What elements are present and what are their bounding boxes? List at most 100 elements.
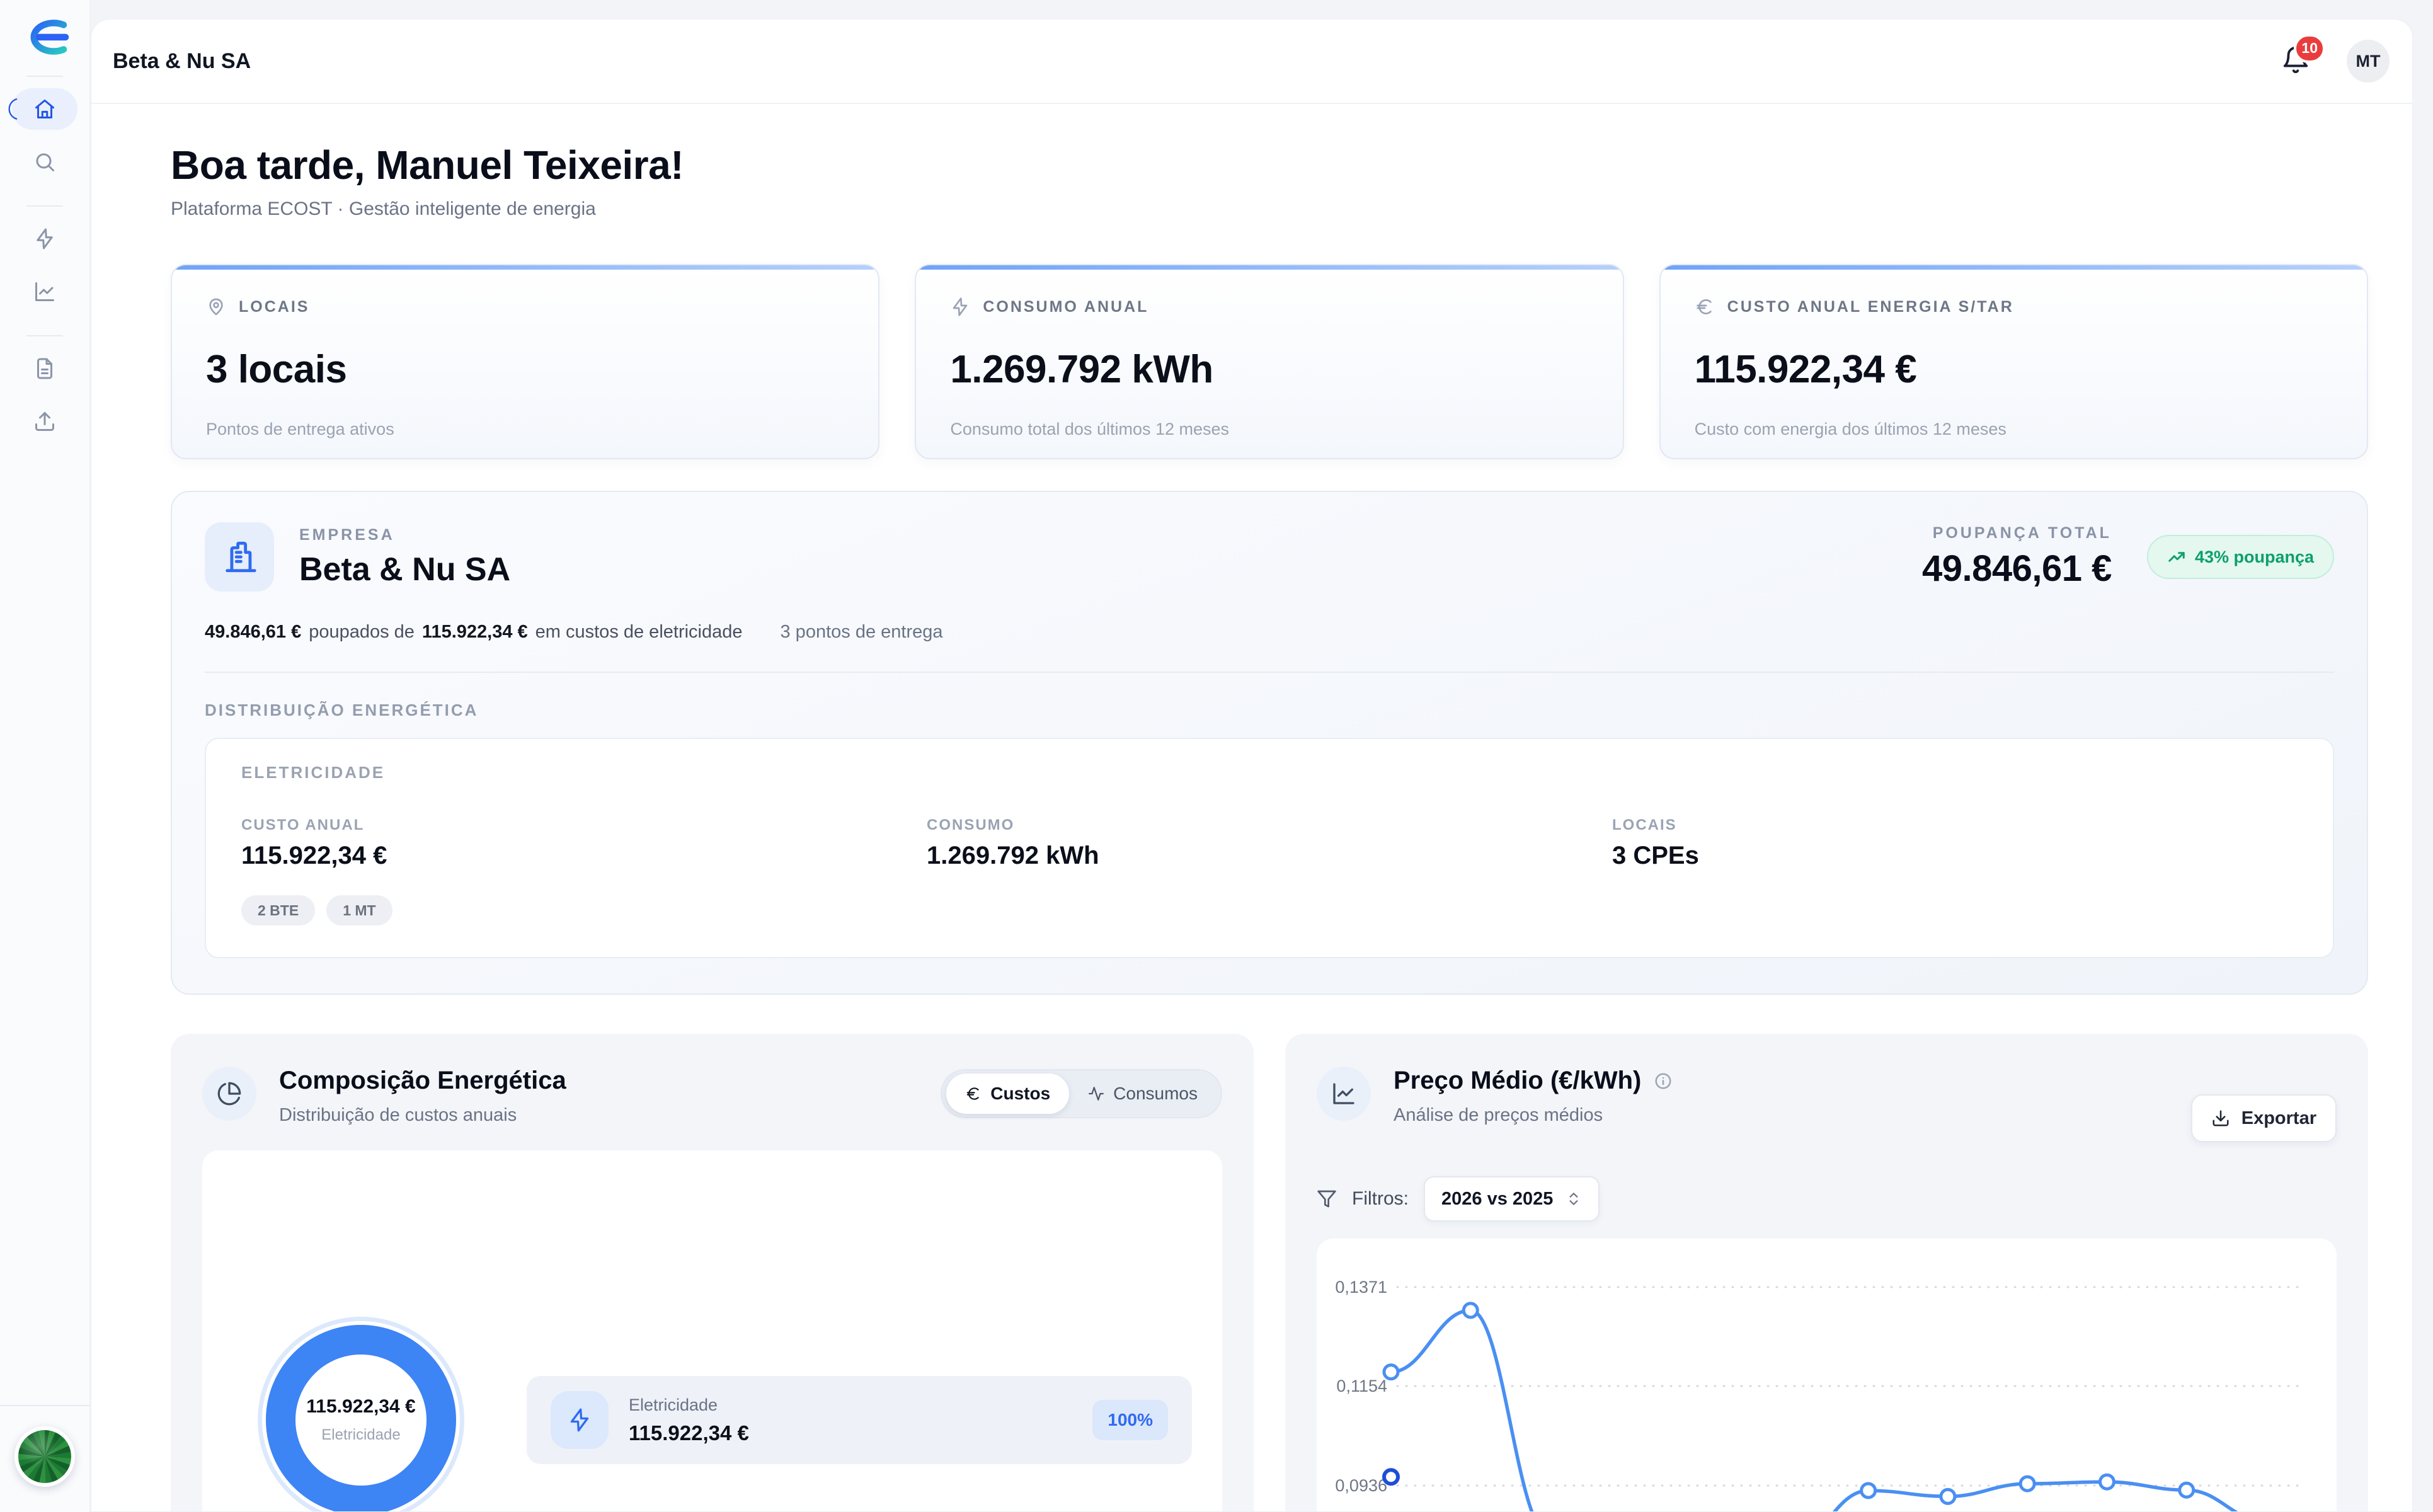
savings-label: POUPANÇA TOTAL [1933, 524, 2112, 542]
price-chart-area: 0,1371 0,1154 0,0936 [1317, 1239, 2337, 1512]
period-select-value: 2026 vs 2025 [1441, 1189, 1553, 1210]
savings-value: 49.846,61 € [1922, 547, 2112, 590]
delivery-points: 3 pontos de entrega [781, 622, 943, 643]
map-pin-icon [206, 297, 226, 317]
tag-mt: 1 MT [326, 895, 392, 925]
sidebar-item-energy[interactable] [12, 218, 77, 260]
col-label: CUSTO ANUAL [241, 816, 927, 834]
composition-chart-area: 115.922,34 € Eletricidade Eletricidade 1… [202, 1150, 1222, 1512]
home-icon [33, 98, 56, 120]
col-value: 115.922,34 € [241, 842, 927, 870]
ecost-logo-icon [14, 16, 75, 58]
topbar: Beta & Nu SA 10 MT [91, 20, 2412, 104]
legend-item-electricity: Eletricidade 115.922,34 € 100% [527, 1376, 1192, 1464]
download-icon [2211, 1109, 2230, 1128]
active-indicator-arc [3, 98, 26, 120]
main-panel: Beta & Nu SA 10 MT Boa tarde, Manuel Tei… [91, 19, 2413, 1512]
notification-badge: 10 [2294, 34, 2325, 63]
price-card: Preço Médio (€/kWh) Análise de preços mé… [1285, 1034, 2368, 1512]
cost-consumption-toggle: Custos Consumos [941, 1069, 1222, 1118]
pie-chart-icon-circle [202, 1067, 256, 1121]
charts-row: Composição Energética Distribuição de cu… [171, 1034, 2368, 1512]
summary-total: 115.922,34 € [422, 622, 528, 643]
toggle-consumption[interactable]: Consumos [1069, 1074, 1216, 1114]
line-chart-icon [1331, 1081, 1356, 1106]
legend-value: 115.922,34 € [629, 1421, 749, 1445]
summary-saved: 49.846,61 € [205, 622, 301, 643]
stat-label: LOCAIS [239, 298, 309, 316]
stat-value: 115.922,34 € [1695, 347, 2333, 392]
search-icon [33, 151, 56, 173]
company-name: Beta & Nu SA [299, 551, 510, 588]
toggle-costs[interactable]: Custos [946, 1074, 1069, 1114]
svg-text:0,0936: 0,0936 [1335, 1476, 1387, 1495]
stat-card-locais: LOCAIS 3 locais Pontos de entrega ativos [171, 264, 879, 459]
line-chart-icon-circle [1317, 1067, 1371, 1121]
period-select[interactable]: 2026 vs 2025 [1424, 1176, 1600, 1222]
percent-badge: 100% [1092, 1400, 1168, 1440]
stat-caption: Pontos de entrega ativos [206, 420, 844, 439]
svg-text:0,1371: 0,1371 [1335, 1278, 1387, 1297]
tag-bte: 2 BTE [241, 895, 315, 925]
price-title: Preço Médio (€/kWh) [1394, 1067, 1641, 1095]
savings-badge: 43% poupança [2147, 535, 2334, 579]
activity-icon [1088, 1085, 1104, 1102]
filters-row: Filtros: 2026 vs 2025 [1317, 1176, 1600, 1222]
stat-card-consumo: CONSUMO ANUAL 1.269.792 kWh Consumo tota… [915, 264, 1623, 459]
summary-joiner: poupados de [309, 622, 415, 643]
zap-icon [950, 297, 970, 317]
donut-center-value: 115.922,34 € [306, 1396, 416, 1418]
building-icon [221, 539, 258, 575]
chevrons-up-down-icon [1566, 1191, 1582, 1207]
svg-text:0,1154: 0,1154 [1336, 1377, 1387, 1395]
euro-icon [965, 1085, 982, 1102]
stat-caption: Consumo total dos últimos 12 meses [950, 420, 1588, 439]
divider [205, 672, 2334, 673]
stat-label: CUSTO ANUAL ENERGIA S/TAR [1727, 298, 2014, 316]
distribution-section-label: DISTRIBUIÇÃO ENERGÉTICA [205, 701, 2334, 720]
donut-chart: 115.922,34 € Eletricidade [266, 1325, 456, 1512]
notifications-button[interactable]: 10 [2281, 45, 2310, 77]
zap-icon [567, 1407, 592, 1433]
sidebar-item-home[interactable] [12, 88, 77, 130]
company-icon-tile [205, 522, 274, 592]
company-label: EMPRESA [299, 526, 510, 544]
sidebar-item-analytics[interactable] [12, 271, 77, 312]
distribution-col-consumo: CONSUMO 1.269.792 kWh [927, 816, 1612, 925]
euro-icon [1695, 297, 1715, 317]
col-label: CONSUMO [927, 816, 1612, 834]
distribution-col-custo: CUSTO ANUAL 115.922,34 € 2 BTE 1 MT [241, 816, 927, 925]
plant-avatar[interactable] [14, 1426, 75, 1487]
legend-name: Eletricidade [629, 1395, 749, 1415]
col-value: 3 CPEs [1612, 842, 2298, 870]
toggle-costs-label: Custos [990, 1084, 1050, 1104]
sidebar-item-search[interactable] [12, 141, 77, 183]
stat-value: 3 locais [206, 347, 844, 392]
export-button[interactable]: Exportar [2191, 1094, 2337, 1142]
info-icon[interactable] [1654, 1072, 1673, 1091]
donut-center-label: Eletricidade [321, 1426, 400, 1444]
app-logo[interactable] [0, 0, 89, 58]
pie-chart-icon [217, 1081, 242, 1106]
user-avatar[interactable]: MT [2347, 40, 2390, 83]
col-label: LOCAIS [1612, 816, 2298, 834]
price-subtitle: Análise de preços médios [1394, 1105, 1673, 1126]
filter-icon [1317, 1189, 1337, 1209]
sidebar-item-documents[interactable] [12, 348, 77, 389]
page-subtitle: Plataforma ECOST · Gestão inteligente de… [171, 198, 2368, 220]
distribution-box: ELETRICIDADE CUSTO ANUAL 115.922,34 € 2 … [205, 738, 2334, 958]
dashboard-content: Boa tarde, Manuel Teixeira! Plataforma E… [91, 142, 2412, 1512]
export-label: Exportar [2241, 1108, 2316, 1129]
stat-card-custo: CUSTO ANUAL ENERGIA S/TAR 115.922,34 € C… [1659, 264, 2368, 459]
toggle-consumption-label: Consumos [1113, 1084, 1198, 1104]
savings-summary: 49.846,61 € poupados de 115.922,34 € em … [205, 622, 2334, 643]
sidebar-item-upload[interactable] [12, 401, 77, 442]
summary-tail: em custos de eletricidade [535, 622, 743, 643]
page-title: Boa tarde, Manuel Teixeira! [171, 142, 2368, 188]
stats-row: LOCAIS 3 locais Pontos de entrega ativos… [171, 264, 2368, 459]
filters-label: Filtros: [1352, 1188, 1409, 1210]
zap-icon-tile [551, 1391, 609, 1449]
distribution-col-locais: LOCAIS 3 CPEs [1612, 816, 2298, 925]
line-chart-icon [33, 280, 56, 303]
trending-up-icon [2167, 547, 2186, 566]
